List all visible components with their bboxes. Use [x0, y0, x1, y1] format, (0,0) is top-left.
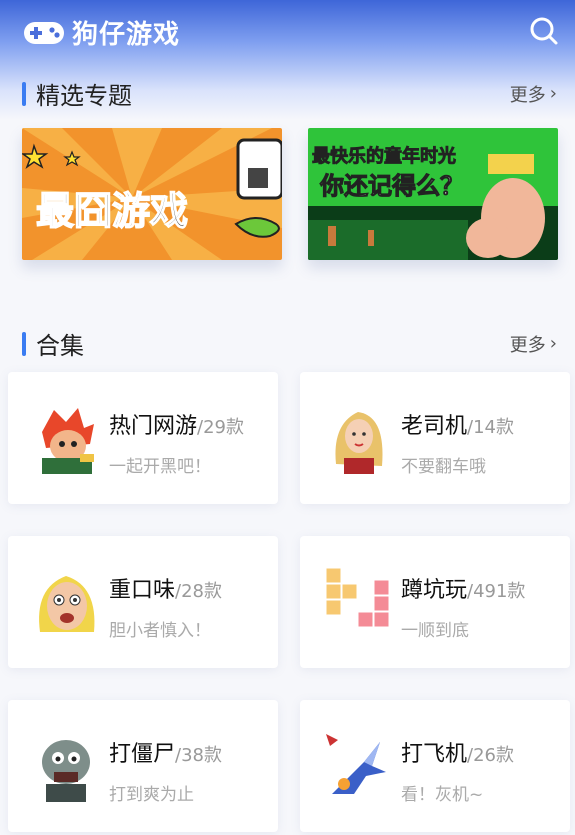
- collection-desc: 看！灰机~: [401, 785, 484, 805]
- app-logo: 狗仔游戏: [22, 14, 180, 51]
- collection-count: /26款: [467, 745, 514, 766]
- featured-title: 精选专题: [36, 82, 132, 110]
- collection-desc: 一顺到底: [401, 621, 469, 641]
- collection-name: 热门网游/29款: [109, 408, 244, 440]
- more-label: 更多: [509, 84, 546, 106]
- collection-desc: 不要翻车哦: [401, 457, 486, 477]
- featured-more-link[interactable]: 更多 ›: [510, 81, 557, 107]
- collection-count: /29款: [197, 417, 244, 438]
- collections-header: 合集 更多 ›: [22, 326, 557, 361]
- collection-count: /491款: [467, 581, 526, 602]
- collection-title: 热门网游: [109, 414, 198, 439]
- collection-title: 老司机: [401, 414, 468, 439]
- hero-icon: [32, 404, 102, 474]
- collection-desc: 胆小者慎入！: [109, 621, 211, 641]
- banner-weird-games-text: 最囧游戏: [36, 189, 188, 233]
- collection-name: 蹲坑玩/491款: [401, 572, 525, 604]
- chevron-right-icon: ›: [549, 83, 557, 104]
- girl-icon: [324, 404, 394, 474]
- app-title: 狗仔游戏: [72, 20, 181, 50]
- collection-count: /28款: [175, 581, 222, 602]
- collection-title: 重口味: [109, 578, 176, 603]
- collection-card-online-games[interactable]: 热门网游/29款 一起开黑吧！: [8, 372, 278, 504]
- collection-card-zombies[interactable]: 打僵尸/38款 打到爽为止: [8, 700, 278, 832]
- collection-card-toilet-play[interactable]: 蹲坑玩/491款 一顺到底: [300, 536, 570, 668]
- banner-childhood-line1: 最快乐的童年时光: [312, 145, 456, 167]
- blocks-icon: [324, 568, 394, 638]
- section-accent-bar: [22, 331, 26, 356]
- collection-title: 蹲坑玩: [401, 578, 468, 603]
- funny-face-icon: [32, 568, 102, 638]
- collection-title: 打僵尸: [109, 742, 176, 767]
- banner-weird-games-art: 最囧游戏: [22, 128, 282, 260]
- collection-title: 打飞机: [401, 742, 468, 767]
- banner-childhood[interactable]: 最快乐的童年时光 你还记得么？: [308, 128, 558, 260]
- collections-title: 合集: [36, 332, 84, 360]
- collection-name: 老司机/14款: [401, 408, 514, 440]
- chevron-right-icon: ›: [549, 333, 557, 354]
- banner-weird-games[interactable]: 最囧游戏: [22, 128, 282, 260]
- search-icon[interactable]: [529, 16, 559, 46]
- banner-childhood-line2: 你还记得么？: [319, 172, 464, 200]
- collection-desc: 一起开黑吧！: [109, 457, 211, 477]
- collection-card-planes[interactable]: 打飞机/26款 看！灰机~: [300, 700, 570, 832]
- collection-card-heavy-taste[interactable]: 重口味/28款 胆小者慎入！: [8, 536, 278, 668]
- collections-more-link[interactable]: 更多 ›: [510, 331, 557, 357]
- gamepad-icon: [24, 21, 64, 44]
- banner-childhood-art: 最快乐的童年时光 你还记得么？: [308, 128, 558, 260]
- featured-header: 精选专题 更多 ›: [22, 76, 557, 111]
- zombie-icon: [32, 732, 102, 802]
- section-accent-bar: [22, 81, 26, 106]
- collection-name: 打飞机/26款: [401, 736, 514, 768]
- jet-icon: [324, 732, 394, 802]
- collection-name: 重口味/28款: [109, 572, 222, 604]
- collection-desc: 打到爽为止: [109, 785, 194, 805]
- collection-name: 打僵尸/38款: [109, 736, 222, 768]
- collection-count: /38款: [175, 745, 222, 766]
- collection-count: /14款: [467, 417, 514, 438]
- more-label: 更多: [509, 334, 546, 356]
- collection-card-old-driver[interactable]: 老司机/14款 不要翻车哦: [300, 372, 570, 504]
